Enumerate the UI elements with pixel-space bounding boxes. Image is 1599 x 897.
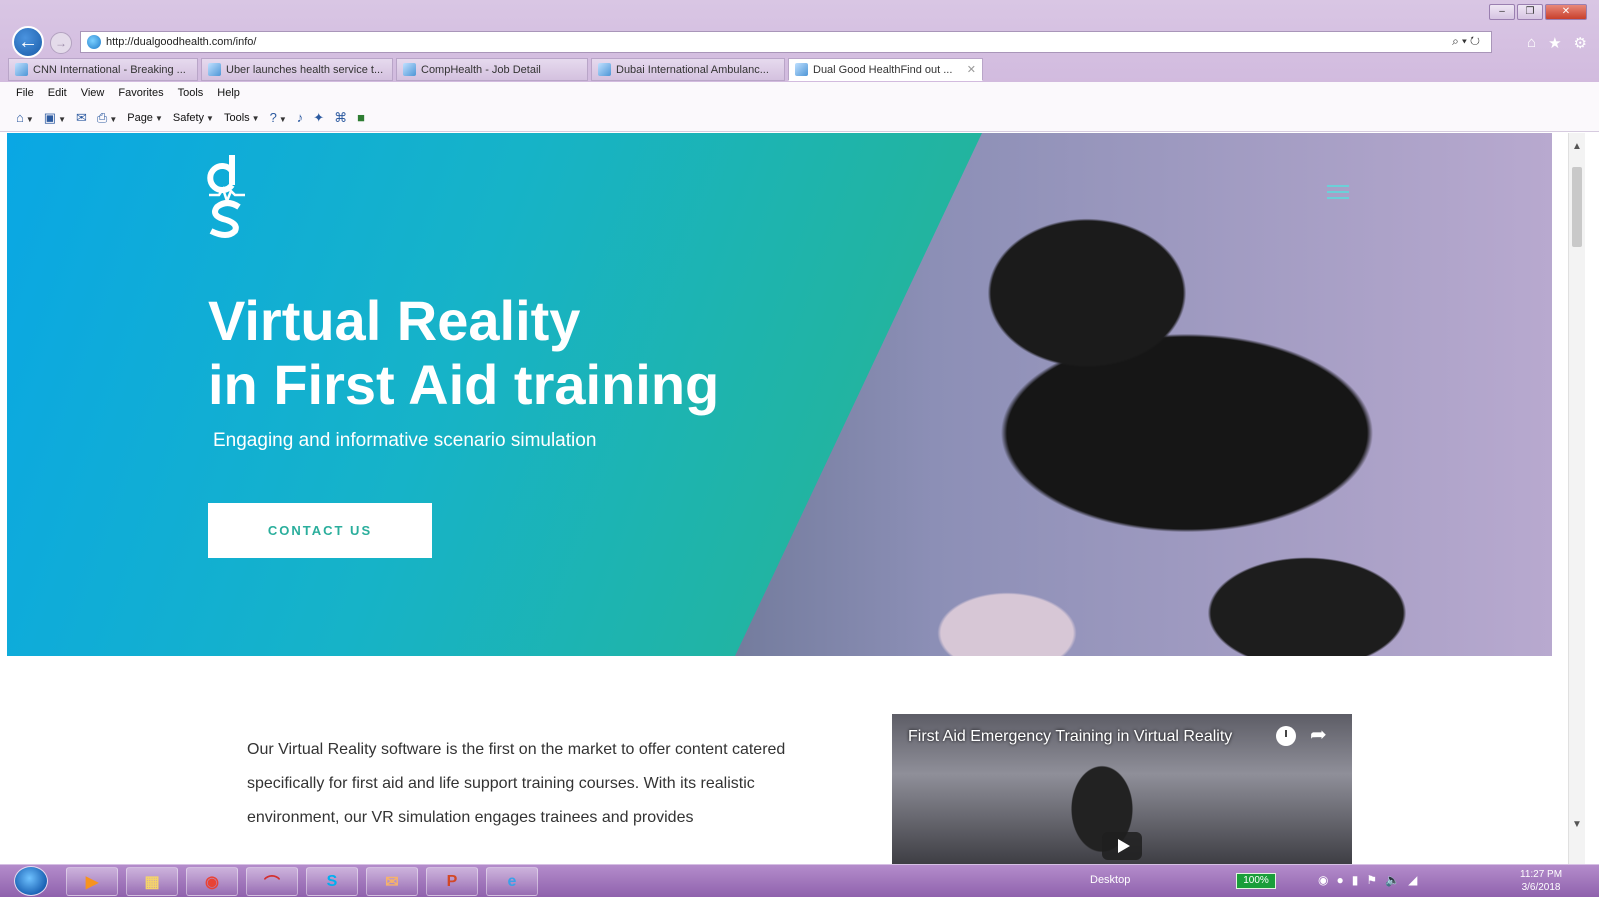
refresh-icon[interactable]: ↻ (1470, 34, 1483, 48)
chrome-icon[interactable]: ◉ (186, 867, 238, 896)
onenote-icon[interactable]: ■ (357, 110, 365, 125)
browser-right-icons: ⌂ ★ ⚙ (1527, 34, 1587, 52)
menu-edit[interactable]: Edit (48, 87, 67, 99)
mail-icon[interactable]: ✉ (76, 110, 87, 126)
feeds-icon[interactable]: ▣ ▼ (44, 110, 66, 126)
play-button[interactable] (1102, 832, 1142, 860)
tab-close-icon[interactable]: ✕ (961, 63, 976, 76)
browser-chrome: – ❐ ✕ ← → http://dualgoodhealth.com/info… (0, 0, 1599, 132)
url-text[interactable]: http://dualgoodhealth.com/info/ (106, 36, 256, 48)
settings-gear-icon[interactable]: ⚙ (1574, 34, 1587, 52)
translate-icon[interactable]: ⌘ (334, 110, 347, 126)
tray-volume-icon[interactable]: 🔈 (1385, 873, 1400, 887)
address-actions: ⌕▾↻ (1452, 34, 1483, 49)
internet-explorer-icon[interactable]: e (486, 867, 538, 896)
safety-menu-button[interactable]: Safety ▼ (173, 112, 214, 124)
scroll-up-arrow-icon[interactable]: ▲ (1572, 141, 1582, 152)
research-icon[interactable]: ♪ (297, 110, 304, 125)
command-bar: ⌂ ▼ ▣ ▼ ✉ ⎙ ▼ Page ▼ Safety ▼ Tools ▼ ? ▼ ♪ ✦ ⌘… (0, 104, 1599, 132)
window-controls: – ❐ ✕ (1489, 4, 1587, 20)
desktop-toolbar-label[interactable]: Desktop (1090, 874, 1130, 886)
search-icon[interactable]: ⌕ (1452, 34, 1462, 48)
hero-title-line1: Virtual Reality (208, 289, 581, 352)
tab-label: Dual Good HealthFind out ... (813, 63, 953, 76)
page-menu-button[interactable]: Page ▼ (127, 112, 163, 124)
forward-arrow-icon: → (55, 36, 67, 50)
menu-file[interactable]: File (16, 87, 34, 99)
tab-comphealth[interactable]: CompHealth - Job Detail (396, 58, 588, 81)
tab-label: CompHealth - Job Detail (421, 63, 541, 76)
close-window-button[interactable]: ✕ (1545, 4, 1587, 20)
tray-flag-icon[interactable]: ⚑ (1366, 873, 1377, 887)
tab-label: Uber launches health service t... (226, 63, 384, 76)
menu-favorites[interactable]: Favorites (118, 87, 163, 99)
restore-button[interactable]: ❐ (1517, 4, 1543, 20)
windows-taskbar: ▶ ▦ ◉ ⌒ S ✉ P e Desktop 100% ◉ ● ▮ ⚑ 🔈 ◢… (0, 864, 1599, 897)
file-explorer-icon[interactable]: ▦ (126, 867, 178, 896)
help-icon[interactable]: ? ▼ (270, 110, 287, 125)
media-player-icon[interactable]: ▶ (66, 867, 118, 896)
watch-later-clock-icon[interactable] (1276, 726, 1296, 746)
tab-strip: CNN International - Breaking ... Uber la… (8, 58, 983, 82)
minimize-button[interactable]: – (1489, 4, 1515, 20)
clock-date: 3/6/2018 (1521, 882, 1561, 893)
battery-indicator[interactable]: 100% (1236, 873, 1276, 889)
tab-dual-good-health[interactable]: Dual Good HealthFind out ... ✕ (788, 58, 983, 81)
addon-icon[interactable]: ✦ (313, 110, 324, 126)
navigation-row: ← → http://dualgoodhealth.com/info/ ⌕▾↻ … (8, 24, 1593, 60)
tab-page-icon (598, 63, 611, 76)
forward-button[interactable]: → (50, 32, 72, 54)
tools-menu-button[interactable]: Tools ▼ (224, 112, 260, 124)
address-bar[interactable]: http://dualgoodhealth.com/info/ ⌕▾↻ (80, 31, 1492, 53)
vertical-scrollbar[interactable]: ▲ ▼ (1568, 133, 1585, 864)
tab-cnn[interactable]: CNN International - Breaking ... (8, 58, 198, 81)
tab-page-icon (795, 63, 808, 76)
scroll-thumb[interactable] (1572, 167, 1582, 247)
skype-icon[interactable]: S (306, 867, 358, 896)
page-viewport: Virtual Reality in First Aid training En… (7, 133, 1585, 864)
tab-page-icon (15, 63, 28, 76)
start-button[interactable] (14, 866, 48, 896)
tab-label: Dubai International Ambulanc... (616, 63, 769, 76)
back-arrow-icon: ← (18, 30, 38, 53)
tray-signal-icon[interactable]: ◢ (1408, 873, 1417, 887)
video-embed[interactable]: First Aid Emergency Training in Virtual … (892, 714, 1352, 864)
tab-uber[interactable]: Uber launches health service t... (201, 58, 393, 81)
home-icon[interactable]: ⌂ (1527, 34, 1536, 52)
share-arrow-icon[interactable]: ➦ (1310, 722, 1327, 747)
print-icon[interactable]: ⎙ ▼ (97, 110, 117, 126)
menu-help[interactable]: Help (217, 87, 240, 99)
menu-bar: File Edit View Favorites Tools Help (0, 82, 1599, 104)
scroll-down-arrow-icon[interactable]: ▼ (1572, 819, 1582, 830)
hero-subtitle: Engaging and informative scenario simula… (213, 430, 597, 451)
menu-view[interactable]: View (81, 87, 105, 99)
tray-norton-icon[interactable]: ● (1336, 873, 1343, 887)
video-title[interactable]: First Aid Emergency Training in Virtual … (908, 728, 1232, 746)
contact-us-button[interactable]: CONTACT US (208, 503, 432, 558)
home-page-icon[interactable]: ⌂ ▼ (16, 110, 34, 125)
system-clock[interactable]: 11:27 PM 3/6/2018 (1520, 868, 1562, 894)
tab-page-icon (403, 63, 416, 76)
hamburger-menu-icon[interactable] (1327, 185, 1349, 199)
hero-section: Virtual Reality in First Aid training En… (7, 133, 1552, 656)
powerpoint-icon[interactable]: P (426, 867, 478, 896)
outlook-icon[interactable]: ✉ (366, 867, 418, 896)
hero-title-line2: in First Aid training (208, 353, 720, 416)
tab-page-icon (208, 63, 221, 76)
tab-dubai-ambulance[interactable]: Dubai International Ambulanc... (591, 58, 785, 81)
dual-good-health-logo[interactable] (205, 151, 249, 239)
tab-label: CNN International - Breaking ... (33, 63, 186, 76)
menu-tools[interactable]: Tools (178, 87, 204, 99)
tray-network-icon[interactable]: ▮ (1352, 873, 1359, 887)
intro-paragraph: Our Virtual Reality software is the firs… (247, 741, 786, 826)
back-button[interactable]: ← (12, 26, 44, 58)
tray-chrome-icon[interactable]: ◉ (1318, 873, 1328, 887)
clock-time: 11:27 PM (1520, 869, 1563, 880)
system-tray: ◉ ● ▮ ⚑ 🔈 ◢ (1318, 873, 1417, 887)
acrobat-icon[interactable]: ⌒ (246, 867, 298, 896)
ie-page-icon (87, 35, 101, 49)
dropdown-icon[interactable]: ▾ (1462, 34, 1470, 48)
hero-title: Virtual Reality in First Aid training (208, 289, 908, 417)
favorites-star-icon[interactable]: ★ (1548, 34, 1561, 52)
